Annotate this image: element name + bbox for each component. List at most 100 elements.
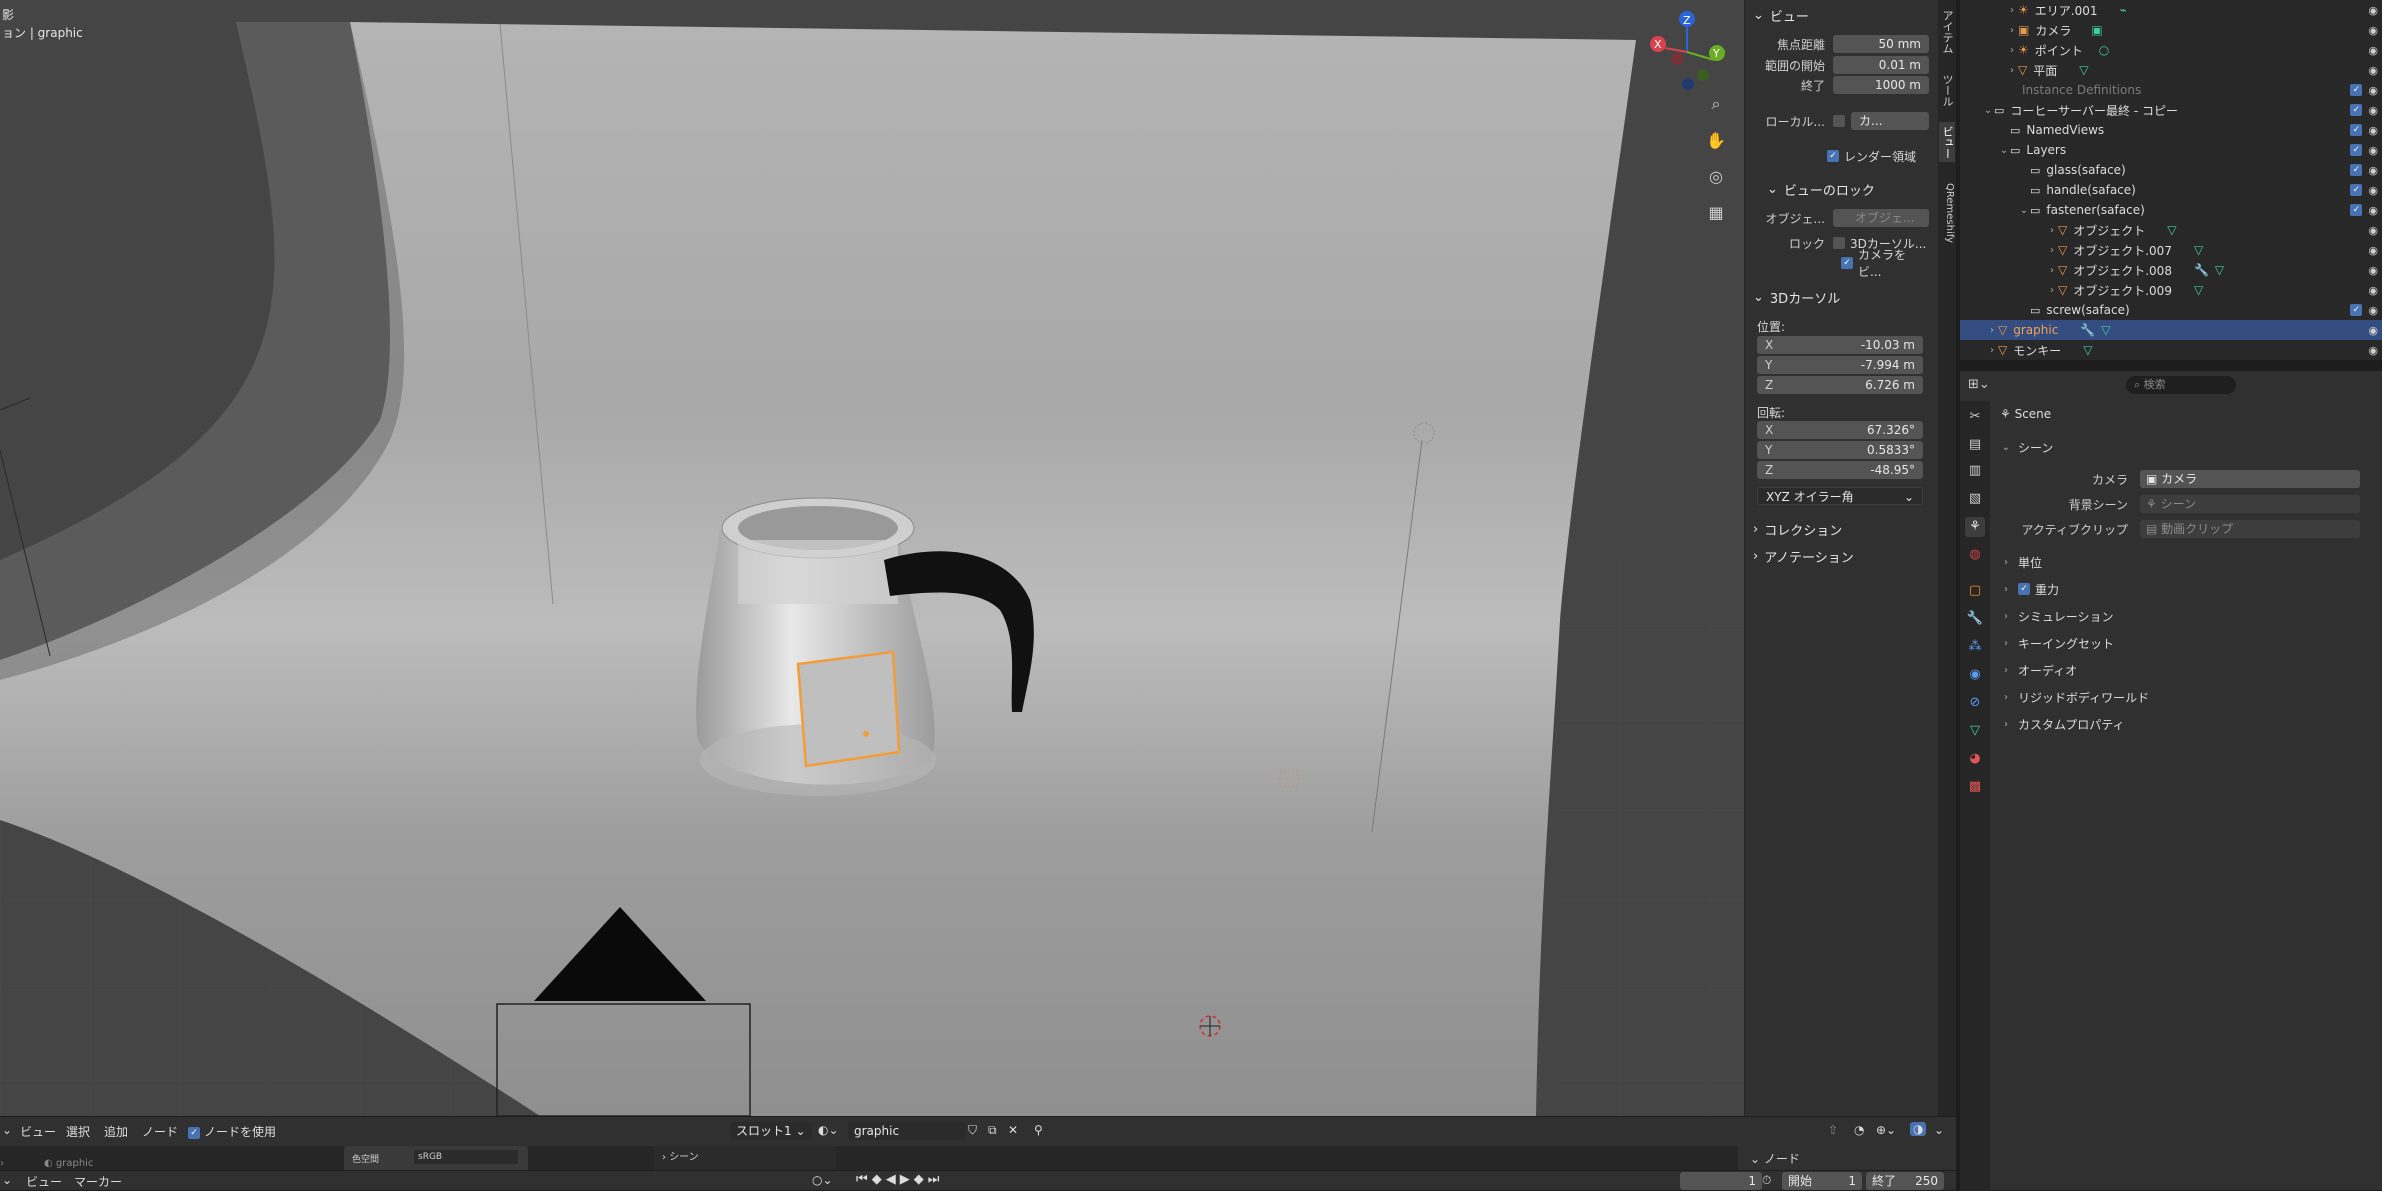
particles-tab-icon[interactable]: ⁂: [1965, 637, 1985, 657]
new-image-icon[interactable]: ⧉: [988, 1123, 997, 1138]
eye-icon[interactable]: ◉: [2368, 244, 2378, 257]
units-panel-header[interactable]: › 単位: [2000, 550, 2380, 574]
list-item[interactable]: ⌄ ▭ Layers ✓ ◉: [1960, 140, 2382, 160]
eye-icon[interactable]: ◉: [2368, 204, 2378, 217]
include-checkbox[interactable]: ✓: [2350, 184, 2363, 196]
view-panel-header[interactable]: ⌄ ビュー: [1745, 2, 1809, 28]
snapping-icon[interactable]: ⊕⌄: [1876, 1123, 1896, 1137]
up-arrow-icon[interactable]: ⇧: [1828, 1123, 1838, 1137]
scene-tab-icon[interactable]: ⚘: [1965, 517, 1985, 537]
list-item[interactable]: Instance Definitions ✓ ◉: [1960, 80, 2382, 100]
image-name-field[interactable]: graphic: [848, 1122, 966, 1140]
include-checkbox[interactable]: ✓: [2350, 144, 2363, 156]
render-tab-icon[interactable]: ▤: [1965, 435, 1985, 455]
list-item[interactable]: › ☀ エリア.001 ⌁ ◉: [1960, 0, 2382, 20]
render-preview-icon[interactable]: ◑: [1910, 1122, 1927, 1136]
background-scene-field[interactable]: ⚘ シーン: [2140, 495, 2360, 513]
chevron-down-icon[interactable]: ⌄: [2018, 205, 2030, 216]
eye-icon[interactable]: ◉: [2368, 184, 2378, 197]
cursor-loc-y-field[interactable]: Y -7.994 m: [1757, 356, 1923, 374]
cursor-loc-x-field[interactable]: X -10.03 m: [1757, 336, 1923, 354]
list-item[interactable]: ▭ handle(saface) ✓ ◉: [1960, 180, 2382, 200]
chevron-down-icon[interactable]: ⌄: [1982, 105, 1994, 116]
list-item[interactable]: ▭ glass(saface) ✓ ◉: [1960, 160, 2382, 180]
material-tab-icon[interactable]: ◕: [1965, 749, 1985, 769]
list-item[interactable]: › ▽ オブジェクト.007 ▽ ◉: [1960, 240, 2382, 260]
tab-qremeshify[interactable]: QRemeshify: [1939, 176, 1955, 250]
audio-panel-header[interactable]: › オーディオ: [2000, 658, 2380, 682]
eye-icon[interactable]: ◉: [2368, 264, 2378, 277]
chevron-right-icon[interactable]: ›: [1986, 325, 1998, 336]
include-checkbox[interactable]: ✓: [2350, 304, 2363, 316]
eye-icon[interactable]: ◉: [2368, 4, 2378, 17]
eye-icon[interactable]: ◉: [2368, 84, 2378, 97]
list-item[interactable]: › ▽ 平面 ▽ ◉: [1960, 60, 2382, 80]
end-frame-field[interactable]: 終了 250: [1866, 1172, 1944, 1190]
3d-cursor-header[interactable]: ⌄ 3Dカーソル: [1745, 284, 1840, 310]
chevron-down-icon[interactable]: ⌄: [1934, 1123, 1944, 1137]
lock-cursor-checkbox[interactable]: [1833, 237, 1845, 249]
custom-properties-panel-header[interactable]: › カスタムプロパティ: [2000, 712, 2380, 736]
editor-type-icon[interactable]: ⌄: [2, 1173, 12, 1187]
world-tab-icon[interactable]: ◍: [1965, 545, 1985, 565]
output-tab-icon[interactable]: ▥: [1965, 461, 1985, 481]
list-item[interactable]: ▭ screw(saface) ✓ ◉: [1960, 300, 2382, 320]
zoom-icon[interactable]: ⌕: [1702, 90, 1730, 118]
lock-camera-checkbox[interactable]: ✓: [1841, 257, 1853, 269]
chevron-right-icon[interactable]: ›: [2006, 25, 2018, 36]
chevron-right-icon[interactable]: ›: [1986, 345, 1998, 356]
include-checkbox[interactable]: ✓: [2350, 84, 2363, 96]
gravity-panel-header[interactable]: › ✓ 重力: [2000, 577, 2380, 601]
image-browse-icon[interactable]: ◐⌄: [818, 1123, 839, 1137]
menu-node[interactable]: ノード: [142, 1123, 178, 1140]
rigid-body-world-panel-header[interactable]: › リジッドボディワールド: [2000, 685, 2380, 709]
stopwatch-icon[interactable]: ⏱: [1762, 1173, 1771, 1188]
search-input[interactable]: ⌕ 検索: [2126, 376, 2236, 394]
include-checkbox[interactable]: ✓: [2350, 124, 2363, 136]
tool-tab-icon[interactable]: ✂: [1965, 407, 1985, 427]
include-checkbox[interactable]: ✓: [2350, 204, 2363, 216]
cursor-rot-y-field[interactable]: Y 0.5833°: [1757, 441, 1923, 459]
area-divider[interactable]: [1956, 360, 1960, 1190]
image-node[interactable]: 色空間 sRGB: [344, 1146, 528, 1170]
playback-controls[interactable]: ⏮◆◀▶◆⏭: [856, 1172, 943, 1187]
ortho-grid-icon[interactable]: ▦: [1702, 198, 1730, 226]
close-icon[interactable]: ✕: [1008, 1123, 1018, 1137]
overlay-icon[interactable]: ◔: [1854, 1123, 1864, 1137]
data-tab-icon[interactable]: ▽: [1965, 721, 1985, 741]
tab-tool[interactable]: ツール: [1939, 70, 1955, 110]
eye-icon[interactable]: ◉: [2368, 64, 2378, 77]
annotation-header[interactable]: › アノテーション: [1745, 543, 1854, 569]
keying-sets-panel-header[interactable]: › キーイングセット: [2000, 631, 2380, 655]
eye-icon[interactable]: ◉: [2368, 104, 2378, 117]
object-tab-icon[interactable]: ▢: [1965, 581, 1985, 601]
list-item[interactable]: › ▽ オブジェクト.009 ▽ ◉: [1960, 280, 2382, 300]
eye-icon[interactable]: ◉: [2368, 284, 2378, 297]
view-lock-header[interactable]: ⌄ ビューのロック: [1745, 176, 1875, 202]
chevron-right-icon[interactable]: ›: [2046, 265, 2058, 276]
eye-icon[interactable]: ◉: [2368, 144, 2378, 157]
cursor-rot-z-field[interactable]: Z -48.95°: [1757, 461, 1923, 479]
cursor-rot-x-field[interactable]: X 67.326°: [1757, 421, 1923, 439]
clip-end-field[interactable]: 1000 m: [1833, 76, 1929, 94]
fake-user-icon[interactable]: ⛉: [968, 1123, 977, 1138]
scene-node[interactable]: › シーン: [654, 1146, 836, 1170]
tab-item[interactable]: アイテム: [1939, 4, 1955, 60]
chevron-right-icon[interactable]: ›: [2046, 225, 2058, 236]
current-frame-field[interactable]: 1: [1680, 1172, 1762, 1190]
eye-icon[interactable]: ◉: [2368, 324, 2378, 337]
view-layer-tab-icon[interactable]: ▧: [1965, 489, 1985, 509]
list-item[interactable]: ⌄ ▭ fastener(saface) ✓ ◉: [1960, 200, 2382, 220]
timeline-menu-view[interactable]: ビュー: [26, 1173, 62, 1190]
eye-icon[interactable]: ◉: [2368, 44, 2378, 57]
eye-icon[interactable]: ◉: [2368, 304, 2378, 317]
node-sidebar-header[interactable]: ⌄ ノード: [1738, 1146, 1956, 1170]
tab-view[interactable]: ビュー: [1939, 122, 1955, 162]
local-camera-field[interactable]: カ...: [1851, 112, 1929, 130]
menu-view[interactable]: ビュー: [20, 1123, 56, 1140]
eye-icon[interactable]: ◉: [2368, 344, 2378, 357]
simulation-panel-header[interactable]: › シミュレーション: [2000, 604, 2380, 628]
scene-panel-header[interactable]: ⌄ シーン: [2000, 435, 2380, 459]
eye-icon[interactable]: ◉: [2368, 124, 2378, 137]
colorspace-dropdown[interactable]: sRGB: [414, 1150, 518, 1164]
